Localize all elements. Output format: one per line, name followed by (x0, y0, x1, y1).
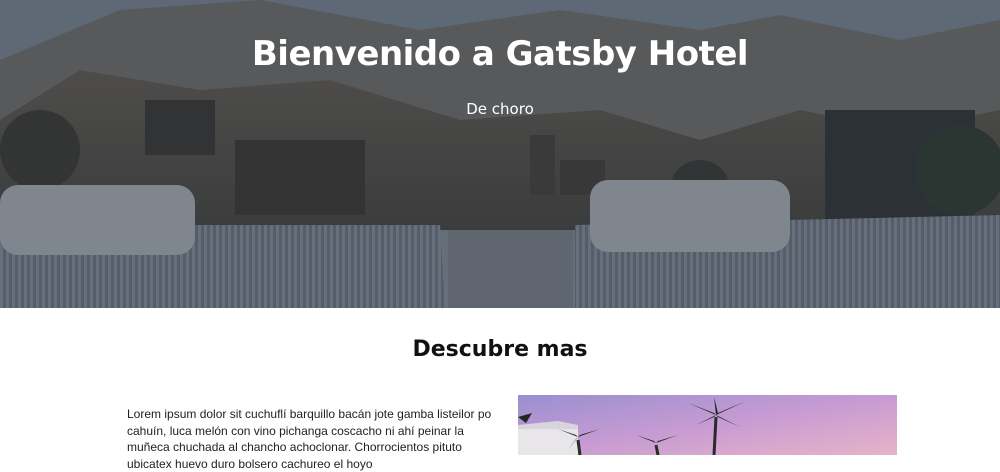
hero-banner: Bienvenido a Gatsby Hotel De choro (0, 0, 1000, 308)
section-paragraph: Lorem ipsum dolor sit cuchuflí barquillo… (127, 407, 492, 471)
hero-subtitle: De choro (466, 100, 534, 118)
section-photo (518, 395, 897, 455)
hero-title: Bienvenido a Gatsby Hotel (251, 34, 749, 74)
section-title: Descubre mas (412, 337, 588, 362)
palm-sunset-image (518, 395, 897, 455)
